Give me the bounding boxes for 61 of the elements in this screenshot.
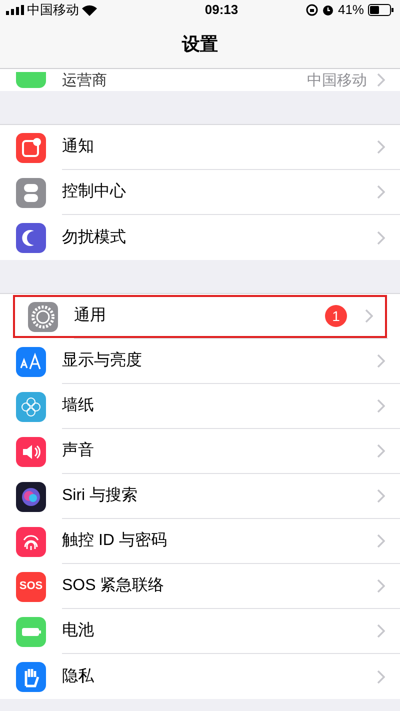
chevron-icon: [377, 140, 385, 154]
hand-icon: [16, 662, 46, 692]
wifi-icon: [82, 4, 97, 16]
chevron-icon: [377, 534, 385, 548]
page-title: 设置: [182, 32, 218, 56]
row-label: 声音: [62, 440, 95, 461]
sos-icon: SOS: [16, 572, 46, 602]
row-label: 触控 ID 与密码: [62, 530, 168, 551]
row-label: 通知: [62, 136, 95, 157]
clock-time: 09:13: [204, 1, 238, 20]
row-label: SOS 紧急联络: [62, 576, 166, 596]
rotation-lock-icon: [306, 4, 318, 16]
row-label: 墙纸: [62, 396, 95, 416]
toggles-icon: [16, 178, 46, 208]
chevron-icon: [377, 399, 385, 413]
chevron-icon: [377, 579, 385, 593]
row-label: 隐私: [62, 666, 95, 686]
battery-icon: [16, 616, 46, 646]
battery-percent: 41%: [338, 1, 364, 20]
row-label: 勿扰模式: [62, 228, 127, 248]
row-label: Siri 与搜索: [62, 486, 139, 506]
row-label: 显示与亮度: [62, 350, 143, 371]
chevron-icon: [377, 444, 385, 458]
settings-row[interactable]: 勿扰模式: [0, 215, 400, 260]
chevron-icon: [377, 670, 385, 684]
settings-row[interactable]: Siri 与搜索: [0, 474, 400, 519]
speaker-icon: [16, 436, 46, 466]
settings-row[interactable]: 电池: [0, 609, 400, 654]
text-size-icon: [16, 346, 46, 376]
settings-row[interactable]: 声音: [0, 429, 400, 474]
chevron-icon: [377, 73, 385, 87]
settings-row[interactable]: 隐私: [0, 654, 400, 699]
row-label: 控制中心: [62, 182, 127, 202]
flower-icon: [16, 392, 46, 422]
settings-row[interactable]: 墙纸: [0, 384, 400, 429]
settings-row[interactable]: 触控 ID 与密码: [0, 519, 400, 564]
carrier-name: 中国移动: [27, 1, 79, 20]
settings-row[interactable]: 通知: [0, 125, 400, 170]
phone-icon: [16, 72, 46, 88]
row-value: 中国移动: [307, 72, 367, 88]
settings-row[interactable]: 控制中心: [0, 170, 400, 215]
moon-icon: [16, 222, 46, 252]
notification-icon: [16, 132, 46, 162]
row-label: 通用: [74, 306, 107, 326]
row-label: 运营商: [62, 72, 108, 88]
chevron-icon: [365, 309, 373, 323]
alarm-icon: [322, 4, 334, 16]
signal-icon: [6, 5, 24, 15]
settings-icon: [28, 302, 58, 332]
notification-badge: 1: [325, 305, 347, 327]
settings-row[interactable]: 通用 1: [12, 294, 388, 339]
settings-row[interactable]: 显示与亮度: [0, 339, 400, 384]
chevron-icon: [377, 624, 385, 638]
chevron-icon: [377, 230, 385, 244]
chevron-icon: [377, 489, 385, 503]
orb-icon: [16, 482, 46, 512]
chevron-icon: [377, 354, 385, 368]
settings-row[interactable]: SOS SOS 紧急联络: [0, 564, 400, 609]
row-label: 电池: [62, 620, 95, 641]
chevron-icon: [377, 185, 385, 199]
battery-icon: [368, 4, 394, 16]
